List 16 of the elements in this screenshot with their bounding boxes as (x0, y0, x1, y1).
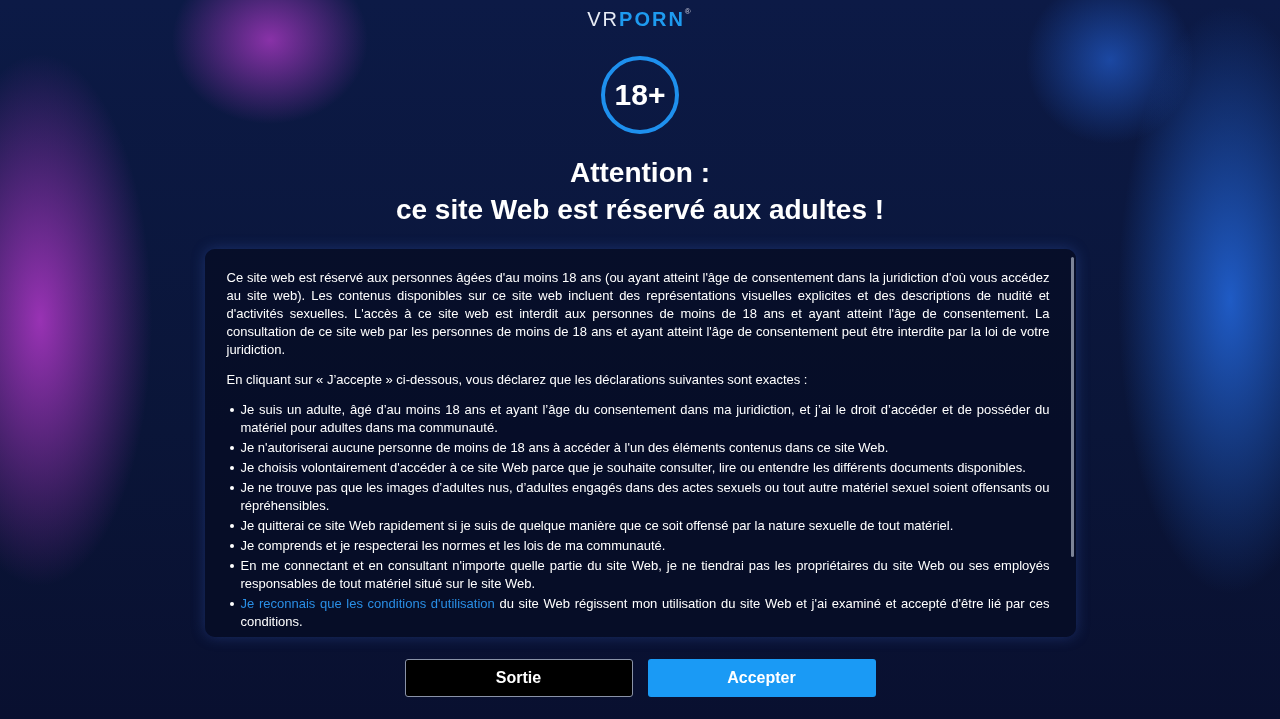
notice-item: Je choisis volontairement d'accéder à ce site Web parce que je souhaite consulter, lire ou entendre les différents documents disponibles. (226, 459, 1050, 477)
terms-link[interactable]: Je reconnais que les conditions d'utilisation (240, 596, 495, 611)
scrollbar[interactable] (1070, 257, 1074, 557)
notice-item: Je suis un adulte, âgé d’au moins 18 ans et ayant l’âge du consentement dans ma juridiction, et j’ai le droit d’accéder et de posséder du matériel pour adultes dans ma communauté. (226, 401, 1050, 437)
warning-heading: Attention : ce site Web est réservé aux adultes ! (395, 156, 885, 227)
notice-item: En me connectant et en consultant n'importe quelle partie du site Web, je ne tiendrai pas les propriétaires du site Web ou ses employés responsables de tout matériel situé sur le site Web. (226, 557, 1050, 593)
notice-item: Je ne trouve pas que les images d’adultes nus, d’adultes engagés dans des actes sexuels ou tout autre matériel sexuel soient offensants ou répréhensibles. (226, 479, 1050, 515)
logo[interactable]: VRPORN$^{®}$ (587, 8, 693, 30)
exit-button[interactable]: Sortie (404, 659, 633, 697)
notice-item: Je comprends et je respecterai les normes et les lois de ma communauté. (226, 537, 1050, 555)
notice-item: Je n'autoriserai aucune personne de moins de 18 ans à accéder à l'un des éléments contenus dans ce site Web. (226, 439, 1050, 457)
age-badge: 18+ (601, 56, 679, 134)
notice-item: Je quitterai ce site Web rapidement si je suis de quelque manière que ce soit offensé par la nature sexuelle de tout matériel. (226, 517, 1050, 535)
notice-item: Je reconnais que les conditions d'utilisation du site Web régissent mon utilisation du site Web et j'ai examiné et accepté d'être lié par ces conditions. (226, 595, 1050, 631)
notice-paragraph: Ce site web est réservé aux personnes âgées d'au moins 18 ans (ou ayant atteint l'âge de consentement dans la juridiction d'où vous accédez au site web). Les contenus disponibles sur ce site web incluent des représentations visuelles explicites et des descriptions de nudité et d'activités sexuelles. L'accès à ce site web est interdit aux personnes de moins de 18 ans et ayant atteint l'âge de consentement. La consultation de ce site web par les personnes de moins de 18 ans et ayant atteint l'âge de consentement peut être interdite par la loi de votre juridiction. (226, 269, 1050, 359)
notice-paragraph: En cliquant sur « J’accepte » ci-dessous, vous déclarez que les déclarations suivantes sont exactes : (226, 371, 809, 389)
